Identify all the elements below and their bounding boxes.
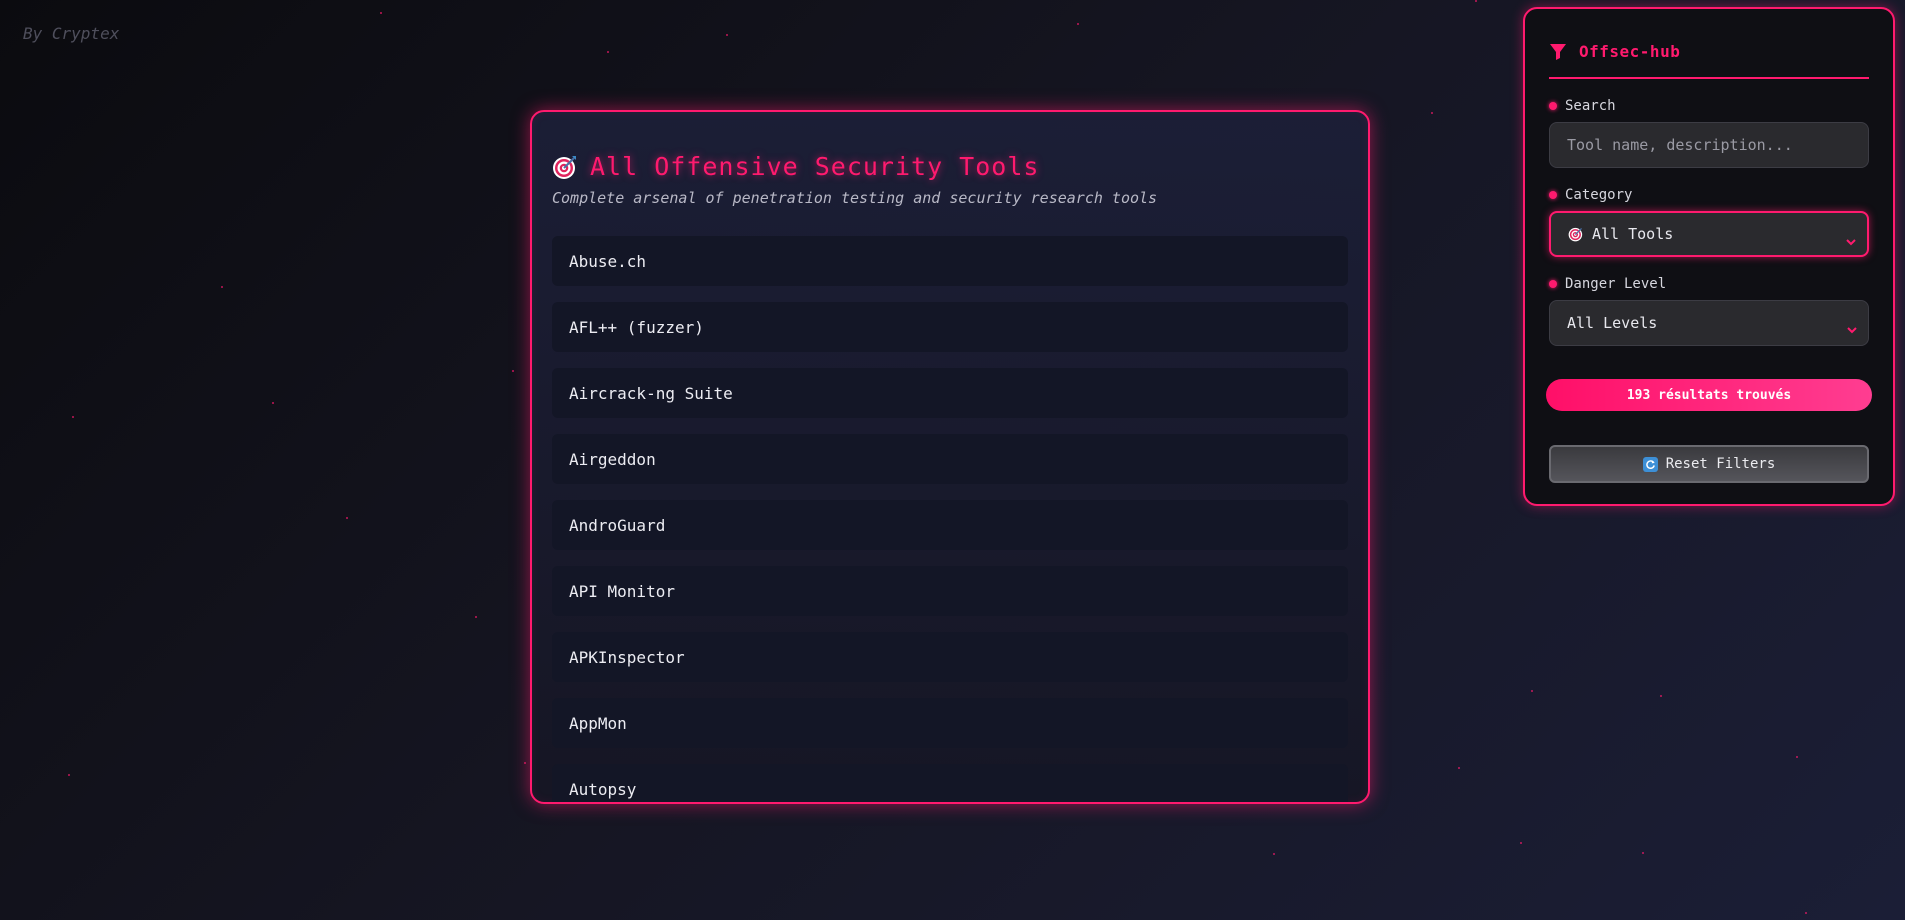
byline: By Cryptex <box>23 24 120 43</box>
tool-item[interactable]: Abuse.ch <box>552 236 1348 286</box>
target-icon <box>1568 226 1584 242</box>
category-label: Category <box>1549 187 1632 203</box>
danger-level-selected-value: All Levels <box>1567 314 1658 332</box>
tool-item[interactable]: Aircrack-ng Suite <box>552 368 1348 418</box>
page-subtitle: Complete arsenal of penetration testing … <box>552 189 1158 207</box>
sidebar-header: Offsec-hub <box>1549 33 1869 79</box>
bullet-dot-icon <box>1549 102 1557 110</box>
funnel-icon <box>1549 43 1567 61</box>
chevron-down-icon <box>1845 233 1857 246</box>
bullet-dot-icon <box>1549 191 1557 199</box>
tool-list: Abuse.ch AFL++ (fuzzer) Aircrack-ng Suit… <box>552 236 1348 802</box>
search-label-text: Search <box>1565 98 1616 114</box>
danger-level-label: Danger Level <box>1549 276 1666 292</box>
sidebar-title: Offsec-hub <box>1579 42 1681 61</box>
category-label-text: Category <box>1565 187 1633 203</box>
chevron-down-icon <box>1846 321 1858 334</box>
danger-level-select[interactable]: All Levels <box>1549 300 1869 346</box>
results-count-badge: 193 résultats trouvés <box>1546 379 1872 411</box>
reset-filters-button[interactable]: Reset Filters <box>1549 445 1869 483</box>
title-row: All Offensive Security Tools <box>552 152 1348 181</box>
filter-sidebar: Offsec-hub Search Category All Tools Dan… <box>1523 7 1895 506</box>
refresh-icon <box>1642 456 1658 472</box>
tool-item[interactable]: AppMon <box>552 698 1348 748</box>
page-title: All Offensive Security Tools <box>590 152 1040 181</box>
bullet-dot-icon <box>1549 280 1557 288</box>
tool-item[interactable]: APKInspector <box>552 632 1348 682</box>
tool-item[interactable]: AndroGuard <box>552 500 1348 550</box>
tool-item[interactable]: Autopsy <box>552 764 1348 802</box>
tools-panel: All Offensive Security Tools Complete ar… <box>530 110 1370 804</box>
target-icon <box>552 154 578 180</box>
panel-header: All Offensive Security Tools Complete ar… <box>552 152 1348 207</box>
category-select[interactable]: All Tools <box>1549 211 1869 257</box>
danger-level-label-text: Danger Level <box>1565 276 1667 292</box>
reset-filters-label: Reset Filters <box>1665 456 1776 472</box>
search-label: Search <box>1549 98 1616 114</box>
tool-item[interactable]: AFL++ (fuzzer) <box>552 302 1348 352</box>
tool-item[interactable]: API Monitor <box>552 566 1348 616</box>
tool-item[interactable]: Airgeddon <box>552 434 1348 484</box>
category-selected-value: All Tools <box>1592 225 1674 243</box>
search-input[interactable] <box>1549 122 1869 168</box>
